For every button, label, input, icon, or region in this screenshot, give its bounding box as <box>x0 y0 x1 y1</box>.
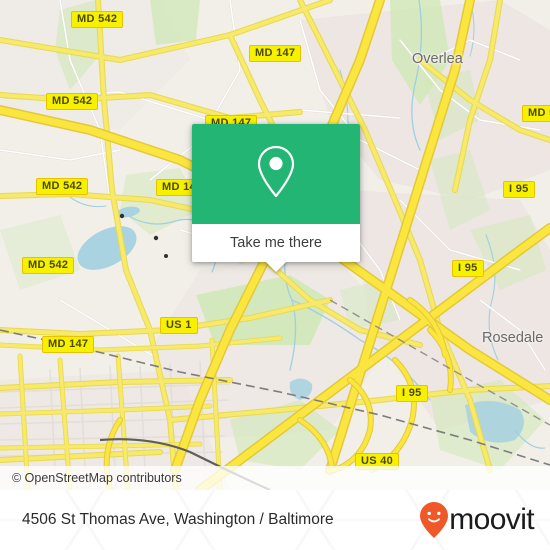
moovit-map-page: .rd { stroke:#f6e96b; stroke-linecap:rou… <box>0 0 550 550</box>
location-pin-icon <box>253 143 299 206</box>
highway-shield: MD 542 <box>36 178 89 195</box>
page-footer: 4506 St Thomas Ave, Washington / Baltimo… <box>0 490 550 550</box>
take-me-there-label: Take me there <box>230 235 322 251</box>
popup-header <box>192 124 360 224</box>
location-popup-card[interactable]: Take me there <box>192 124 360 272</box>
address-title: 4506 St Thomas Ave, Washington / Baltimo… <box>22 511 334 528</box>
map-place-label: Rosedale <box>482 330 544 346</box>
moovit-brand-logo[interactable]: moovit <box>419 501 550 539</box>
moovit-pin-smiley-icon <box>419 501 449 539</box>
osm-attribution-text[interactable]: © OpenStreetMap contributors <box>0 471 182 485</box>
map-canvas[interactable]: .rd { stroke:#f6e96b; stroke-linecap:rou… <box>0 0 550 490</box>
highway-shield: I 95 <box>503 181 535 198</box>
highway-shield: I 95 <box>452 260 484 277</box>
highway-shield: MD 542 <box>46 93 99 110</box>
popup-footer[interactable]: Take me there <box>192 224 360 272</box>
highway-shield: MD 5 <box>522 105 550 122</box>
moovit-wordmark: moovit <box>449 503 534 536</box>
highway-shield: MD 542 <box>22 257 75 274</box>
map-attribution-bar: © OpenStreetMap contributors <box>0 466 550 490</box>
map-place-label: Overlea <box>412 51 463 67</box>
highway-shield: US 1 <box>160 317 198 334</box>
highway-shield: I 95 <box>396 385 428 402</box>
highway-shield: MD 542 <box>71 11 124 28</box>
highway-shield: MD 147 <box>249 45 302 62</box>
highway-shield: MD 147 <box>42 336 95 353</box>
popup-pointer-tail <box>265 261 287 272</box>
